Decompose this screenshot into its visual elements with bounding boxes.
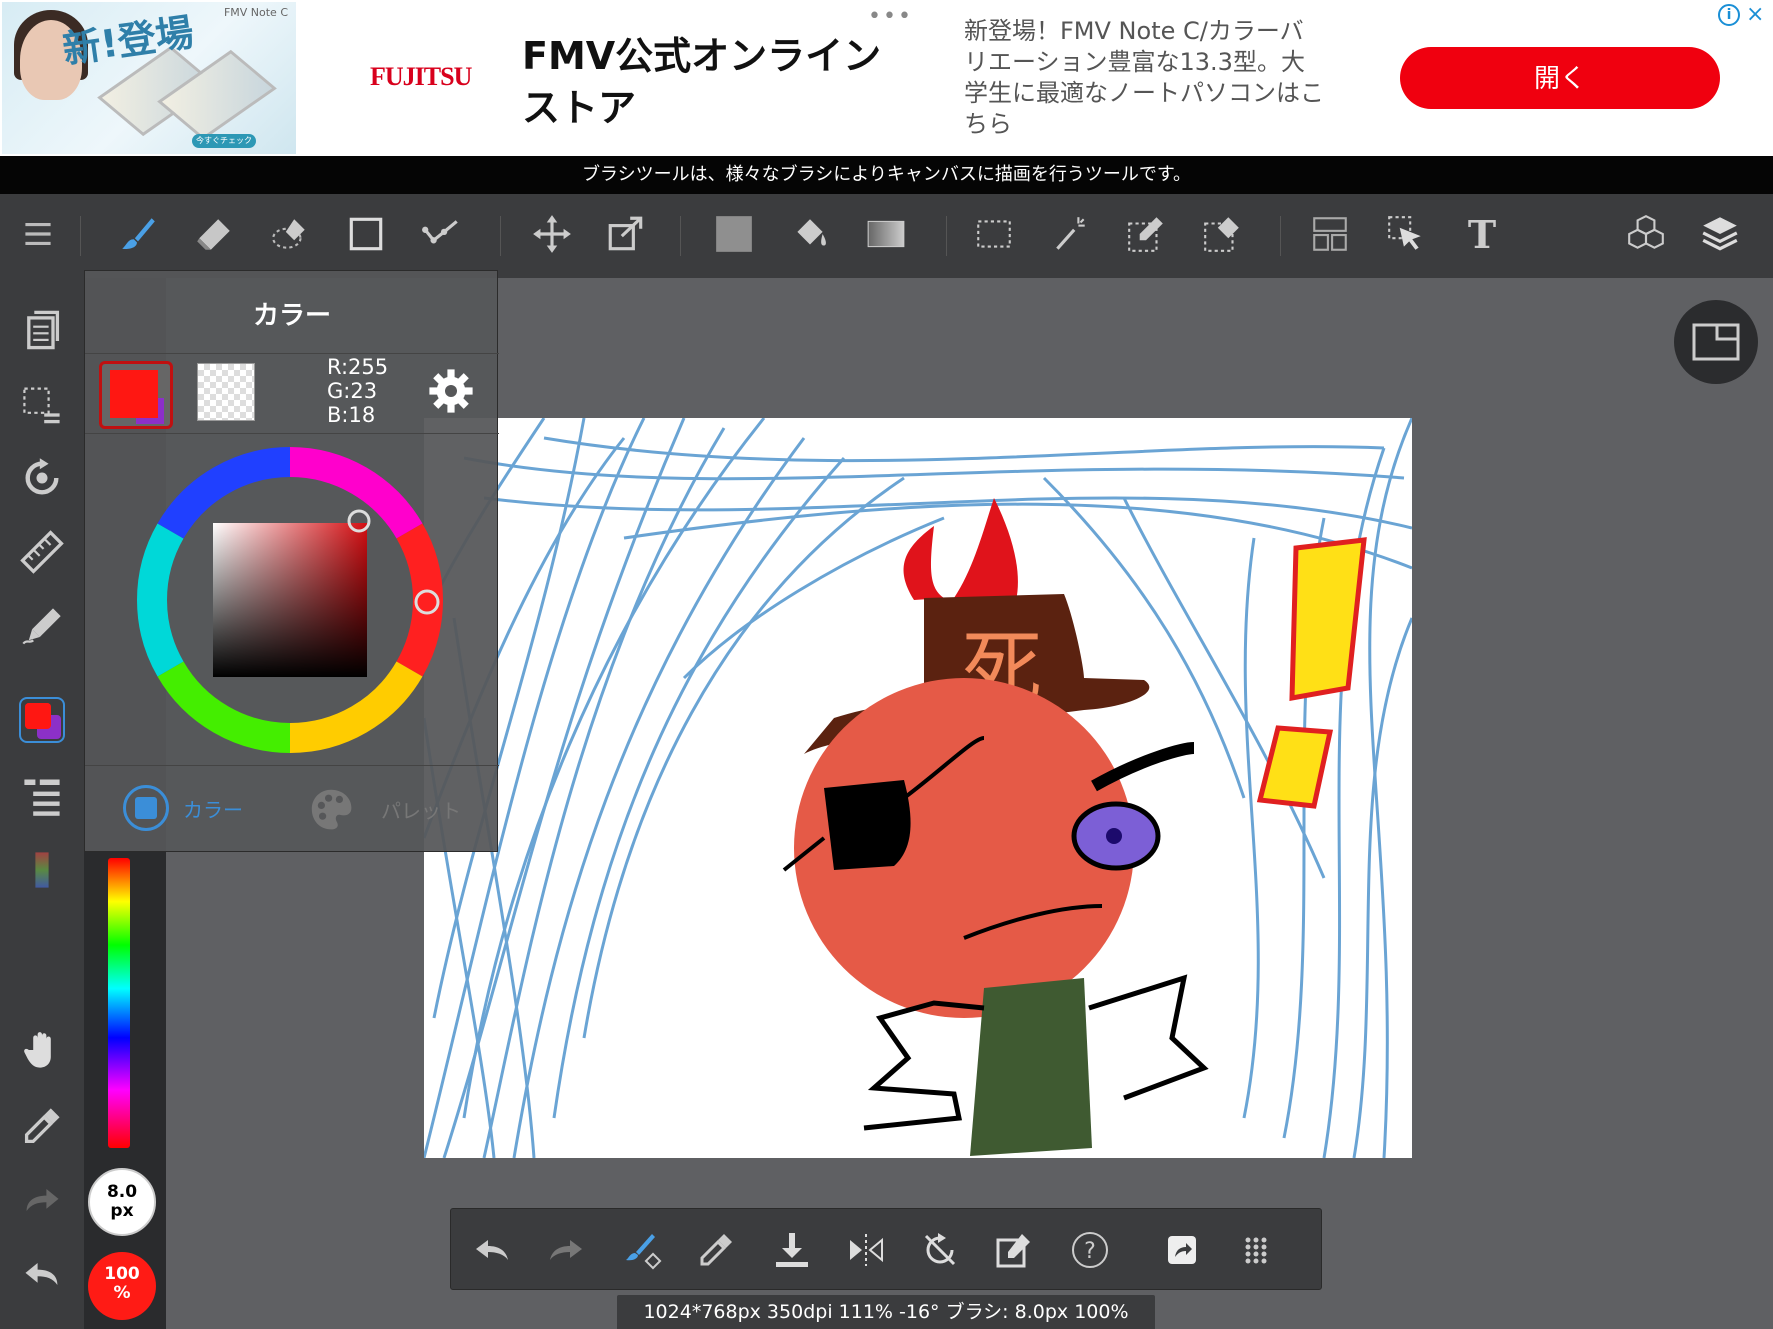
rectangle-tool-icon[interactable]: [340, 208, 392, 260]
color-tab-icon: [123, 785, 169, 831]
move-tool-icon[interactable]: [526, 208, 578, 260]
current-color-swatch[interactable]: [99, 361, 173, 429]
text-tool-icon[interactable]: T: [1456, 208, 1508, 260]
canvas-artwork: 死: [424, 418, 1412, 1158]
rotate-icon[interactable]: [14, 450, 70, 506]
color-picker-handle[interactable]: [345, 507, 373, 535]
brush-size-unit: px: [110, 1201, 134, 1221]
bucket-tool-icon[interactable]: [784, 208, 836, 260]
color-panel: カラー R:255 G:23 B:18 カラー パレット: [84, 270, 499, 852]
redo-icon[interactable]: [14, 1172, 70, 1228]
layer-list-icon[interactable]: [14, 768, 70, 824]
drawing-canvas[interactable]: 死: [424, 418, 1412, 1158]
brush-opacity-value: 100: [104, 1264, 140, 1284]
saturation-brightness-square[interactable]: [213, 523, 367, 677]
collar-right: [1088, 974, 1209, 1101]
menu-icon[interactable]: [12, 208, 64, 260]
svg-text:?: ?: [1084, 1239, 1096, 1264]
rotate-reset-button[interactable]: [915, 1225, 965, 1275]
tool-hint-bar: ブラシツールは、様々なブラシによりキャンバスに描画を行うツールです。: [0, 156, 1773, 194]
palette-icon: [311, 789, 352, 830]
ad-title[interactable]: FMV公式オンラインストア: [522, 30, 902, 134]
hand-tool-icon[interactable]: [14, 1022, 70, 1078]
undo-button[interactable]: [467, 1225, 517, 1275]
fill-color-tool-icon[interactable]: [708, 208, 760, 260]
ad-image-button: 今すぐチェック: [192, 134, 256, 148]
view-mode-button[interactable]: [1674, 300, 1758, 384]
bottom-toolbar: ?: [450, 1208, 1322, 1290]
brush-opacity-unit: %: [113, 1283, 131, 1303]
gear-icon[interactable]: [427, 367, 475, 415]
rgb-r: R:255: [327, 355, 389, 379]
rgb-g: G:23: [327, 379, 378, 403]
3d-tool-icon[interactable]: [1620, 208, 1672, 260]
selection-list-icon[interactable]: [14, 376, 70, 432]
ad-close-icon[interactable]: ×: [1746, 2, 1764, 27]
ad-options-icon[interactable]: •••: [868, 4, 913, 29]
polyline-tool-icon[interactable]: [416, 208, 468, 260]
redo-button[interactable]: [541, 1225, 591, 1275]
select-pen-tool-icon[interactable]: [1120, 208, 1172, 260]
transform-tool-icon[interactable]: [600, 208, 652, 260]
gradient-tool-icon[interactable]: [860, 208, 912, 260]
color-swatch-button[interactable]: [14, 692, 70, 748]
download-button[interactable]: [767, 1225, 817, 1275]
ruler-icon[interactable]: [14, 524, 70, 580]
ad-image[interactable]: 新!登場 FMV Note C 今すぐチェック: [2, 2, 296, 154]
rgb-readout: R:255 G:23 B:18: [327, 355, 388, 427]
help-button[interactable]: ?: [1065, 1225, 1115, 1275]
pages-icon[interactable]: [14, 302, 70, 358]
frame-divide-tool-icon[interactable]: [1304, 208, 1356, 260]
primary-color: [110, 370, 158, 418]
shirt: [970, 978, 1092, 1156]
transparent-color-swatch[interactable]: [197, 363, 255, 421]
select-tool-icon[interactable]: [968, 208, 1020, 260]
select-eraser-tool-icon[interactable]: [1196, 208, 1248, 260]
bow-left: [903, 526, 944, 600]
ad-open-button[interactable]: 開く: [1400, 47, 1720, 109]
brush-settings-button[interactable]: [617, 1225, 667, 1275]
brush-size-value: 8.0: [106, 1182, 138, 1202]
fujitsu-logo: FUJITSU: [370, 62, 472, 91]
brush-tool-icon[interactable]: [112, 208, 164, 260]
exclamation-dot: [1256, 725, 1334, 809]
edit-button[interactable]: [989, 1225, 1039, 1275]
brush-size-badge[interactable]: 8.0 px: [88, 1168, 156, 1236]
left-sidebar: [0, 278, 84, 1329]
eyepatch: [824, 780, 911, 870]
pen-style-icon[interactable]: [14, 598, 70, 654]
layers-icon[interactable]: [1694, 208, 1746, 260]
view-mode-icon: [1692, 323, 1740, 361]
brush-size-slider[interactable]: [108, 858, 130, 1148]
tab-color[interactable]: カラー: [123, 785, 243, 831]
eyedropper-button[interactable]: [691, 1225, 741, 1275]
gradient-swatch-icon[interactable]: [14, 842, 70, 898]
tab-color-label: カラー: [183, 797, 243, 822]
eyedropper-icon[interactable]: [14, 1098, 70, 1154]
lasso-eraser-tool-icon[interactable]: [264, 208, 316, 260]
ad-banner[interactable]: 新!登場 FMV Note C 今すぐチェック FUJITSU FMV公式オンラ…: [0, 0, 1773, 156]
ad-description: 新登場！FMV Note C/カラーバリエーション豊富な13.3型。大学生に最適…: [964, 17, 1324, 138]
magic-wand-tool-icon[interactable]: [1044, 208, 1096, 260]
ad-image-brand: FMV Note C: [223, 6, 288, 19]
ad-info-icon[interactable]: i: [1718, 4, 1740, 26]
bow-right: [954, 498, 1018, 608]
tab-palette-label: パレット: [381, 798, 461, 823]
brush-opacity-badge[interactable]: 100 %: [88, 1252, 156, 1320]
rgb-b: B:18: [327, 403, 376, 427]
color-panel-title: カラー: [252, 301, 331, 331]
select-cursor-tool-icon[interactable]: [1380, 208, 1432, 260]
exclamation-bar: [1289, 537, 1367, 702]
status-bar: 1024*768px 350dpi 111% -16° ブラシ: 8.0px 1…: [617, 1295, 1155, 1329]
tab-palette[interactable]: パレット: [305, 785, 461, 833]
undo-icon[interactable]: [14, 1246, 70, 1302]
share-button[interactable]: [1157, 1225, 1207, 1275]
eraser-tool-icon[interactable]: [188, 208, 240, 260]
top-toolbar: T: [0, 194, 1773, 278]
collar-left: [863, 1000, 985, 1131]
more-icon[interactable]: [1231, 1225, 1281, 1275]
flip-button[interactable]: [841, 1225, 891, 1275]
